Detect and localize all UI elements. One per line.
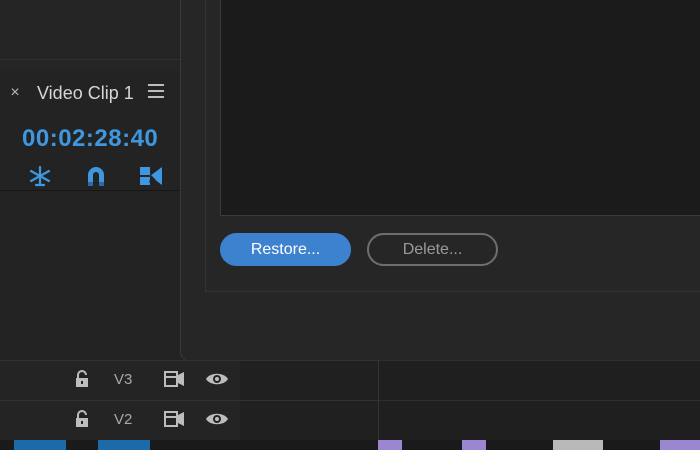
- tab-title[interactable]: Video Clip 1: [37, 82, 134, 104]
- close-icon[interactable]: ×: [8, 84, 22, 102]
- divider: [0, 59, 180, 60]
- snap-icon[interactable]: [27, 164, 53, 188]
- top-panel-strip: [0, 0, 180, 70]
- eye-icon[interactable]: [205, 411, 229, 427]
- eye-icon[interactable]: [205, 371, 229, 387]
- track-header: V2: [0, 400, 378, 441]
- track-header-spacer: [240, 361, 378, 401]
- delete-button[interactable]: Delete...: [367, 233, 498, 266]
- lock-icon[interactable]: [74, 370, 90, 388]
- v1-track-clips: [0, 440, 700, 450]
- audio-clip[interactable]: [98, 440, 150, 450]
- track-row-v2: V2: [0, 400, 700, 441]
- track-body[interactable]: [378, 400, 700, 440]
- track-row-v3: V3: [0, 360, 700, 401]
- sync-lock-icon[interactable]: [163, 410, 185, 428]
- video-clip[interactable]: [553, 440, 603, 450]
- linked-selection-icon[interactable]: [138, 164, 164, 188]
- track-header-spacer: [240, 401, 378, 441]
- track-label[interactable]: V3: [114, 371, 132, 388]
- track-body[interactable]: [378, 360, 700, 400]
- preview-area: [220, 0, 700, 216]
- sync-lock-icon[interactable]: [163, 370, 185, 388]
- audio-clip[interactable]: [14, 440, 66, 450]
- divider: [0, 190, 180, 191]
- lock-icon[interactable]: [74, 410, 90, 428]
- panel-menu-icon[interactable]: [148, 84, 164, 100]
- video-clip[interactable]: [660, 440, 700, 450]
- app-window: × Video Clip 1 00:02:28:40 Restore... De…: [0, 0, 700, 450]
- restore-button[interactable]: Restore...: [220, 233, 351, 266]
- video-clip[interactable]: [462, 440, 486, 450]
- video-clip[interactable]: [378, 440, 402, 450]
- timeline-panel: × Video Clip 1 00:02:28:40: [0, 70, 182, 360]
- timeline-tab[interactable]: × Video Clip 1: [0, 70, 180, 116]
- track-label[interactable]: V2: [114, 411, 132, 428]
- magnet-icon[interactable]: [83, 164, 109, 188]
- playhead-timecode[interactable]: 00:02:28:40: [22, 125, 158, 153]
- track-header: V3: [0, 360, 378, 401]
